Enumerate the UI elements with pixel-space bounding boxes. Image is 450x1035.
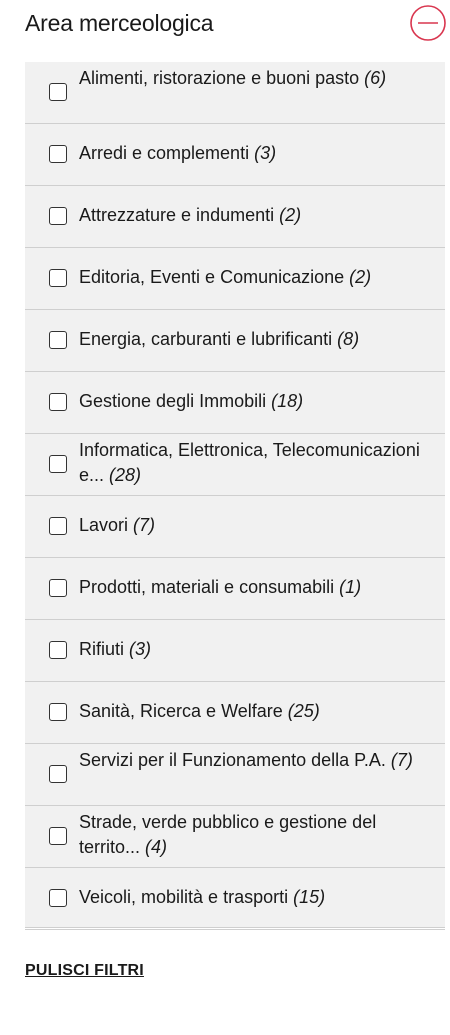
filter-option-rifiuti[interactable]: Rifiuti (3) — [25, 620, 445, 682]
filter-option-energia[interactable]: Energia, carburanti e lubrificanti (8) — [25, 310, 445, 372]
filter-option-arredi[interactable]: Arredi e complementi (3) — [25, 124, 445, 186]
option-count: (18) — [271, 391, 304, 411]
option-text: Arredi e complementi — [79, 143, 250, 163]
minus-circle-icon[interactable] — [409, 4, 447, 42]
checkbox[interactable] — [49, 207, 67, 225]
option-count: (6) — [364, 68, 387, 88]
filter-option-lavori[interactable]: Lavori (7) — [25, 496, 445, 558]
filter-option-label: Gestione degli Immobili (18) — [79, 389, 435, 414]
checkbox[interactable] — [49, 393, 67, 411]
option-text: Editoria, Eventi e Comunicazione — [79, 267, 345, 287]
option-text: Strade, verde pubblico e gestione del te… — [79, 812, 377, 857]
filter-option-servizi-pa[interactable]: Servizi per il Funzionamento della P.A. … — [25, 744, 445, 806]
filter-option-label: Strade, verde pubblico e gestione del te… — [79, 810, 435, 860]
option-count: (1) — [339, 577, 362, 597]
filter-option-veicoli[interactable]: Veicoli, mobilità e trasporti (15) — [25, 868, 445, 930]
option-text: Lavori — [79, 515, 129, 535]
checkbox[interactable] — [49, 83, 67, 101]
checkbox[interactable] — [49, 517, 67, 535]
option-count: (2) — [279, 205, 302, 225]
option-count: (3) — [254, 143, 277, 163]
clear-filters-link[interactable]: PULISCI FILTRI — [25, 962, 144, 980]
filter-option-label: Alimenti, ristorazione e buoni pasto (6) — [79, 66, 435, 91]
filter-option-sanita[interactable]: Sanità, Ricerca e Welfare (25) — [25, 682, 445, 744]
filter-panel: Area merceologica Alimenti, ristorazione… — [0, 0, 450, 1035]
checkbox[interactable] — [49, 455, 67, 473]
checkbox[interactable] — [49, 827, 67, 845]
option-count: (25) — [287, 701, 320, 721]
option-count: (2) — [349, 267, 372, 287]
option-text: Sanità, Ricerca e Welfare — [79, 701, 283, 721]
option-count: (7) — [133, 515, 156, 535]
option-text: Prodotti, materiali e consumabili — [79, 577, 335, 597]
option-count: (28) — [109, 465, 142, 485]
checkbox[interactable] — [49, 331, 67, 349]
checkbox[interactable] — [49, 889, 67, 907]
filter-option-label: Informatica, Elettronica, Telecomunicazi… — [79, 438, 435, 488]
filter-option-label: Veicoli, mobilità e trasporti (15) — [79, 885, 435, 910]
option-count: (3) — [129, 639, 152, 659]
filter-option-label: Lavori (7) — [79, 513, 435, 538]
option-text: Energia, carburanti e lubrificanti — [79, 329, 333, 349]
checkbox[interactable] — [49, 765, 67, 783]
filter-option-prodotti[interactable]: Prodotti, materiali e consumabili (1) — [25, 558, 445, 620]
filter-option-informatica[interactable]: Informatica, Elettronica, Telecomunicazi… — [25, 434, 445, 496]
filter-option-label: Attrezzature e indumenti (2) — [79, 203, 435, 228]
filter-option-label: Arredi e complementi (3) — [79, 141, 435, 166]
option-text: Rifiuti — [79, 639, 125, 659]
option-text: Servizi per il Funzionamento della P.A. — [79, 750, 386, 770]
filter-option-alimenti[interactable]: Alimenti, ristorazione e buoni pasto (6) — [25, 62, 445, 124]
checkbox[interactable] — [49, 269, 67, 287]
filter-option-label: Servizi per il Funzionamento della P.A. … — [79, 748, 435, 773]
filter-option-label: Prodotti, materiali e consumabili (1) — [79, 575, 435, 600]
filter-option-editoria[interactable]: Editoria, Eventi e Comunicazione (2) — [25, 248, 445, 310]
checkbox[interactable] — [49, 641, 67, 659]
option-count: (15) — [293, 887, 326, 907]
filter-option-gestione-immobili[interactable]: Gestione degli Immobili (18) — [25, 372, 445, 434]
filter-option-list: Alimenti, ristorazione e buoni pasto (6)… — [25, 62, 445, 930]
checkbox[interactable] — [49, 703, 67, 721]
option-text: Veicoli, mobilità e trasporti — [79, 887, 289, 907]
filter-option-label: Energia, carburanti e lubrificanti (8) — [79, 327, 435, 352]
checkbox[interactable] — [49, 579, 67, 597]
option-count: (7) — [390, 750, 413, 770]
filter-option-label: Sanità, Ricerca e Welfare (25) — [79, 699, 435, 724]
option-count: (8) — [337, 329, 360, 349]
filter-title: Area merceologica — [25, 10, 214, 36]
filter-option-attrezzature[interactable]: Attrezzature e indumenti (2) — [25, 186, 445, 248]
checkbox[interactable] — [49, 145, 67, 163]
filter-option-label: Rifiuti (3) — [79, 637, 435, 662]
option-text: Alimenti, ristorazione e buoni pasto — [79, 68, 360, 88]
filter-header[interactable]: Area merceologica — [0, 0, 450, 62]
filter-option-strade[interactable]: Strade, verde pubblico e gestione del te… — [25, 806, 445, 868]
option-text: Attrezzature e indumenti — [79, 205, 275, 225]
filter-option-label: Editoria, Eventi e Comunicazione (2) — [79, 265, 435, 290]
option-text: Gestione degli Immobili — [79, 391, 267, 411]
option-count: (4) — [145, 837, 168, 857]
